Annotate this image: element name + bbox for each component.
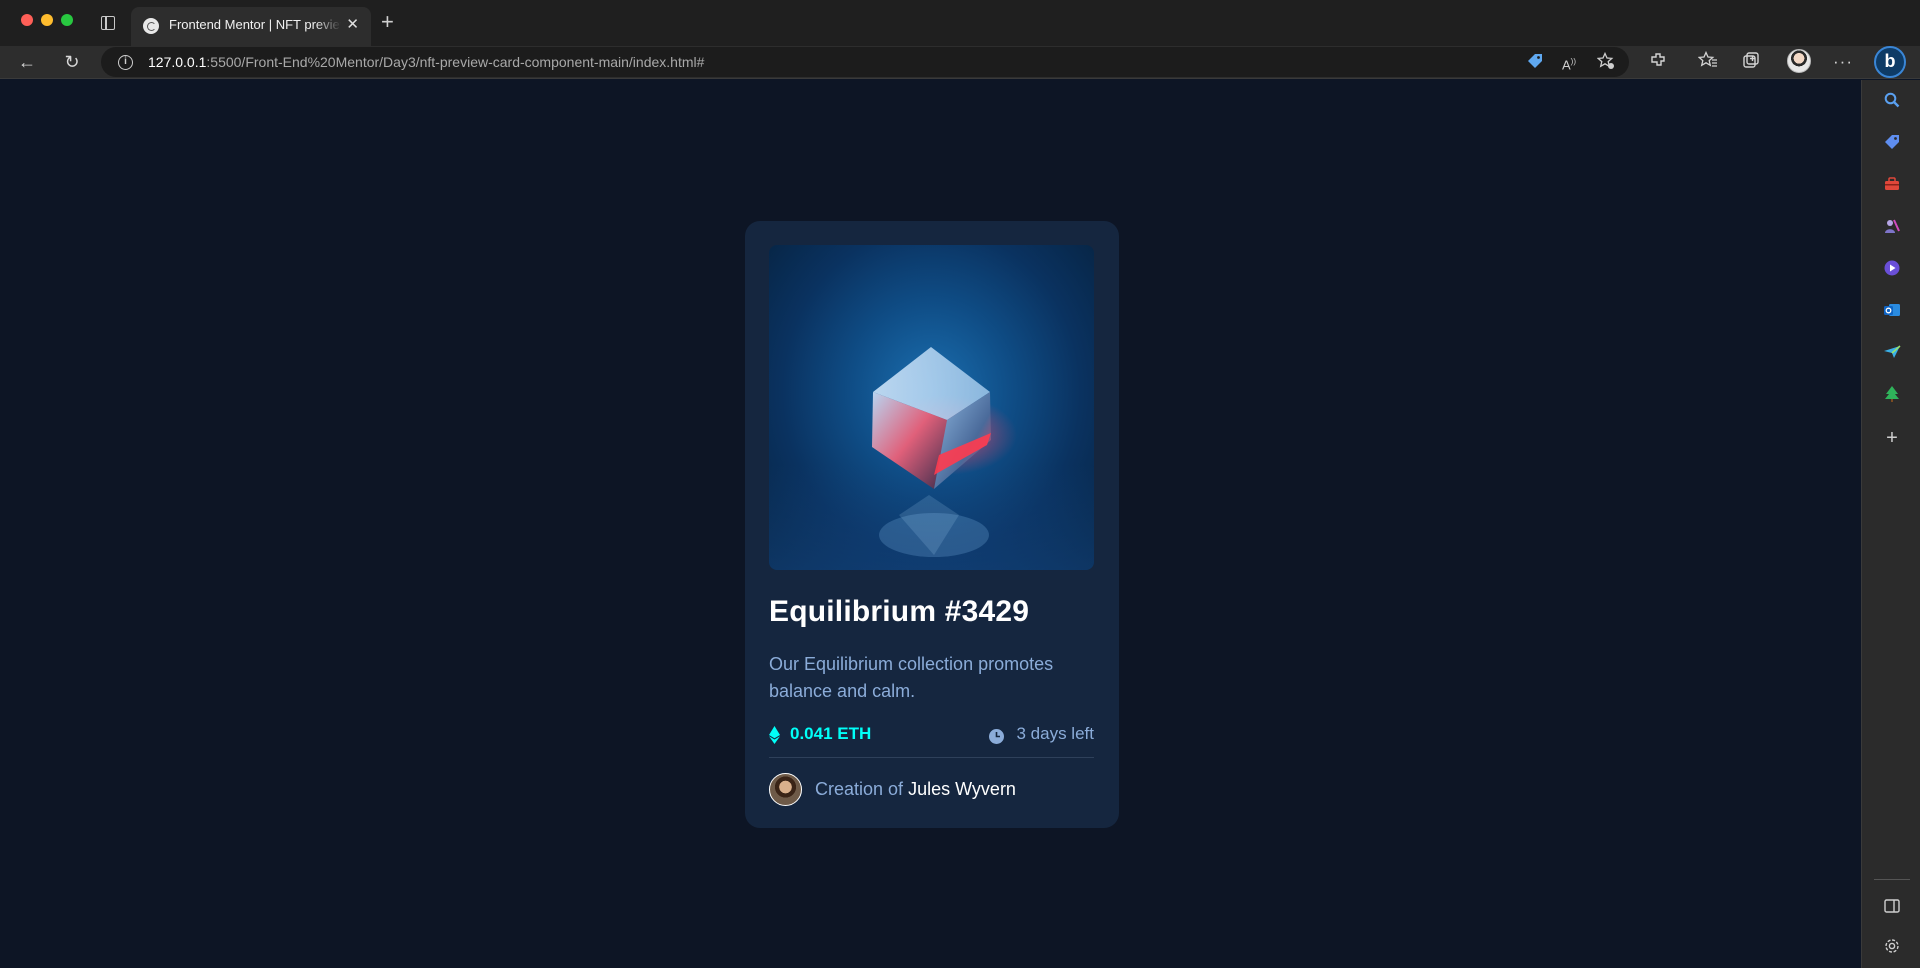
time-left: 3 days left	[1016, 724, 1095, 743]
tab-favicon-icon	[143, 18, 159, 34]
tab-title: Frontend Mentor | NFT preview card compo…	[169, 17, 341, 32]
minimize-window-button[interactable]	[41, 14, 53, 26]
reload-button[interactable]: ↻	[60, 50, 84, 74]
tab-close-icon[interactable]: ✕	[346, 17, 359, 33]
url-text[interactable]: 127.0.0.1:5500/Front-End%20Mentor/Day3/n…	[148, 54, 704, 70]
extensions-icon[interactable]	[1649, 51, 1667, 75]
clock-icon	[989, 729, 1004, 744]
creator-prefix: Creation of	[815, 779, 904, 799]
bing-chat-icon[interactable]: b	[1874, 46, 1906, 78]
nft-title[interactable]: Equilibrium #3429	[769, 595, 1029, 629]
profile-avatar[interactable]	[1787, 49, 1811, 73]
edge-sidebar: +	[1861, 80, 1920, 968]
nft-card: Equilibrium #3429 Our Equilibrium collec…	[745, 221, 1119, 828]
send-icon[interactable]	[1883, 343, 1901, 361]
browser-tab[interactable]: Frontend Mentor | NFT preview card compo…	[131, 7, 371, 46]
nft-image[interactable]	[769, 245, 1094, 570]
nft-price: 0.041 ETH	[790, 724, 872, 743]
crystal-cube-illustration	[872, 347, 1017, 557]
games-icon[interactable]	[1883, 217, 1901, 235]
ethereum-icon	[769, 726, 780, 744]
read-aloud-icon[interactable]: A))	[1562, 52, 1576, 75]
shopping-tag-icon[interactable]	[1526, 52, 1544, 76]
new-tab-button[interactable]: +	[381, 11, 394, 33]
price-row: 0.041 ETH 3 days left	[769, 723, 1094, 749]
creator-attribution: Creation of Jules Wyvern	[815, 779, 1016, 800]
browser-toolbar: ← ↻ i 127.0.0.1:5500/Front-End%20Mentor/…	[0, 46, 1920, 79]
url-host: 127.0.0.1	[148, 54, 207, 70]
title-bar: Frontend Mentor | NFT preview card compo…	[0, 0, 1920, 46]
site-info-icon[interactable]: i	[118, 55, 133, 70]
tools-icon[interactable]	[1883, 175, 1901, 193]
search-icon[interactable]	[1883, 91, 1901, 109]
card-divider	[769, 757, 1094, 758]
outlook-icon[interactable]	[1883, 301, 1901, 319]
collections-icon[interactable]	[1742, 51, 1760, 75]
favorites-icon[interactable]	[1697, 50, 1718, 75]
back-button[interactable]: ←	[15, 50, 39, 74]
add-icon[interactable]: +	[1883, 428, 1901, 448]
split-screen-icon[interactable]	[1883, 897, 1901, 915]
nft-description: Our Equilibrium collection promotes bala…	[769, 654, 1054, 701]
url-path: :5500/Front-End%20Mentor/Day3/nft-previe…	[206, 54, 705, 70]
address-bar[interactable]: i 127.0.0.1:5500/Front-End%20Mentor/Day3…	[101, 47, 1629, 77]
creator-name-link[interactable]: Jules Wyvern	[908, 779, 1016, 799]
tree-icon[interactable]	[1883, 385, 1901, 403]
tab-actions-icon[interactable]	[101, 16, 115, 30]
shopping-icon[interactable]	[1883, 133, 1901, 151]
creator-avatar	[769, 773, 802, 806]
more-icon[interactable]: ···	[1833, 51, 1853, 73]
add-favorite-icon[interactable]	[1596, 51, 1615, 76]
maximize-window-button[interactable]	[61, 14, 73, 26]
creator-row: Creation of Jules Wyvern	[769, 773, 1094, 806]
close-window-button[interactable]	[21, 14, 33, 26]
copilot-icon[interactable]	[1883, 259, 1901, 277]
page-viewport: Equilibrium #3429 Our Equilibrium collec…	[0, 80, 1861, 968]
sidebar-divider	[1874, 879, 1910, 880]
settings-icon[interactable]	[1883, 937, 1901, 955]
